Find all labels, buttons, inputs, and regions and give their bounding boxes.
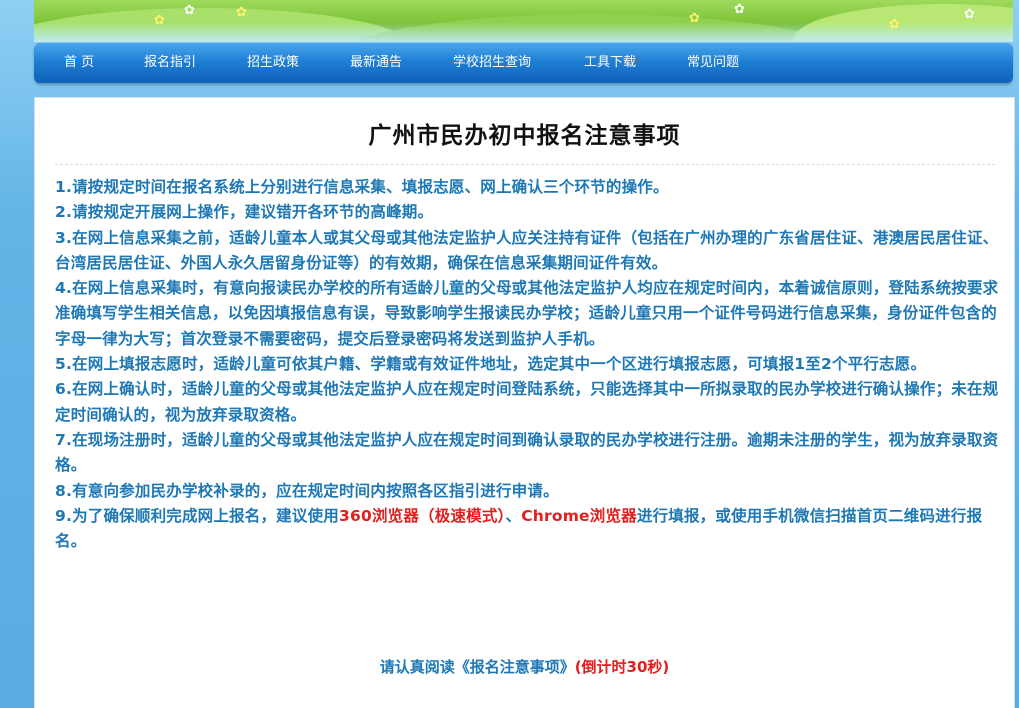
note-item: 5.在网上填报志愿时，适龄儿童可依其户籍、学籍或有效证件地址，选定其中一个区进行… bbox=[55, 355, 927, 374]
header-banner: ✿ ✿ ✿ ✿ ✿ ✿ ✿ bbox=[34, 0, 1013, 42]
read-notice-text: 请认真阅读《报名注意事项》 bbox=[379, 658, 575, 676]
countdown-timer: (倒计时30秒) bbox=[574, 658, 670, 676]
notes-list: 1.请按规定时间在报名系统上分别进行信息采集、填报志愿、网上确认三个环节的操作。… bbox=[55, 175, 1000, 554]
browser-chrome: Chrome浏览器 bbox=[521, 506, 637, 525]
nav-item-school-query[interactable]: 学校招生查询 bbox=[453, 43, 531, 83]
nav-item-faq[interactable]: 常见问题 bbox=[687, 43, 739, 83]
page-title: 广州市民办初中报名注意事项 bbox=[368, 123, 681, 149]
flower-icon: ✿ bbox=[236, 5, 247, 20]
note-item: 2.请按规定开展网上操作，建议错开各环节的高峰期。 bbox=[55, 203, 434, 222]
browser-360: 360浏览器（极速模式） bbox=[338, 506, 506, 525]
note-item: 8.有意向参加民办学校补录的，应在规定时间内按照各区指引进行申请。 bbox=[55, 481, 559, 500]
nav-item-tools[interactable]: 工具下载 bbox=[584, 43, 636, 83]
page: ✿ ✿ ✿ ✿ ✿ ✿ ✿ 首 页 报名指引 招生政策 最新通告 学校招生查询 … bbox=[0, 0, 1019, 708]
nav-item-guide[interactable]: 报名指引 bbox=[144, 43, 196, 83]
note-item: 1.请按规定时间在报名系统上分别进行信息采集、填报志愿、网上确认三个环节的操作。 bbox=[55, 178, 669, 196]
note-9-prefix: 9.为了确保顺利完成网上报名，建议使用 bbox=[55, 506, 339, 525]
nav-item-home[interactable]: 首 页 bbox=[64, 43, 94, 83]
flower-icon: ✿ bbox=[184, 3, 195, 18]
note-item: 7.在现场注册时，适龄儿童的父母或其他法定监护人应在规定时间到确认录取的民办学校… bbox=[55, 430, 999, 475]
read-notice-prompt: 请认真阅读《报名注意事项》(倒计时30秒) bbox=[35, 656, 1014, 677]
flower-icon: ✿ bbox=[889, 17, 900, 32]
note-9-separator: 、 bbox=[505, 506, 522, 525]
note-item: 3.在网上信息采集之前，适龄儿童本人或其父母或其他法定监护人应关注持有证件（包括… bbox=[55, 228, 999, 272]
note-item: 6.在网上确认时，适龄儿童的父母或其他法定监护人应在规定时间登陆系统，只能选择其… bbox=[55, 380, 999, 424]
flower-icon: ✿ bbox=[154, 13, 165, 28]
note-item: 4.在网上信息采集时，有意向报读民办学校的所有适龄儿童的父母或其他法定监护人均应… bbox=[55, 279, 999, 348]
nav-item-policy[interactable]: 招生政策 bbox=[247, 43, 299, 83]
flower-icon: ✿ bbox=[689, 11, 700, 26]
flower-icon: ✿ bbox=[964, 7, 975, 22]
main-nav: 首 页 报名指引 招生政策 最新通告 学校招生查询 工具下载 常见问题 bbox=[34, 43, 1013, 83]
nav-item-notices[interactable]: 最新通告 bbox=[350, 43, 402, 83]
note-item-browsers: 9.为了确保顺利完成网上报名，建议使用360浏览器（极速模式）、Chrome浏览… bbox=[55, 504, 1000, 555]
flower-icon: ✿ bbox=[734, 2, 745, 17]
divider bbox=[55, 164, 995, 165]
notice-card: 广州市民办初中报名注意事项 1.请按规定时间在报名系统上分别进行信息采集、填报志… bbox=[34, 97, 1015, 708]
